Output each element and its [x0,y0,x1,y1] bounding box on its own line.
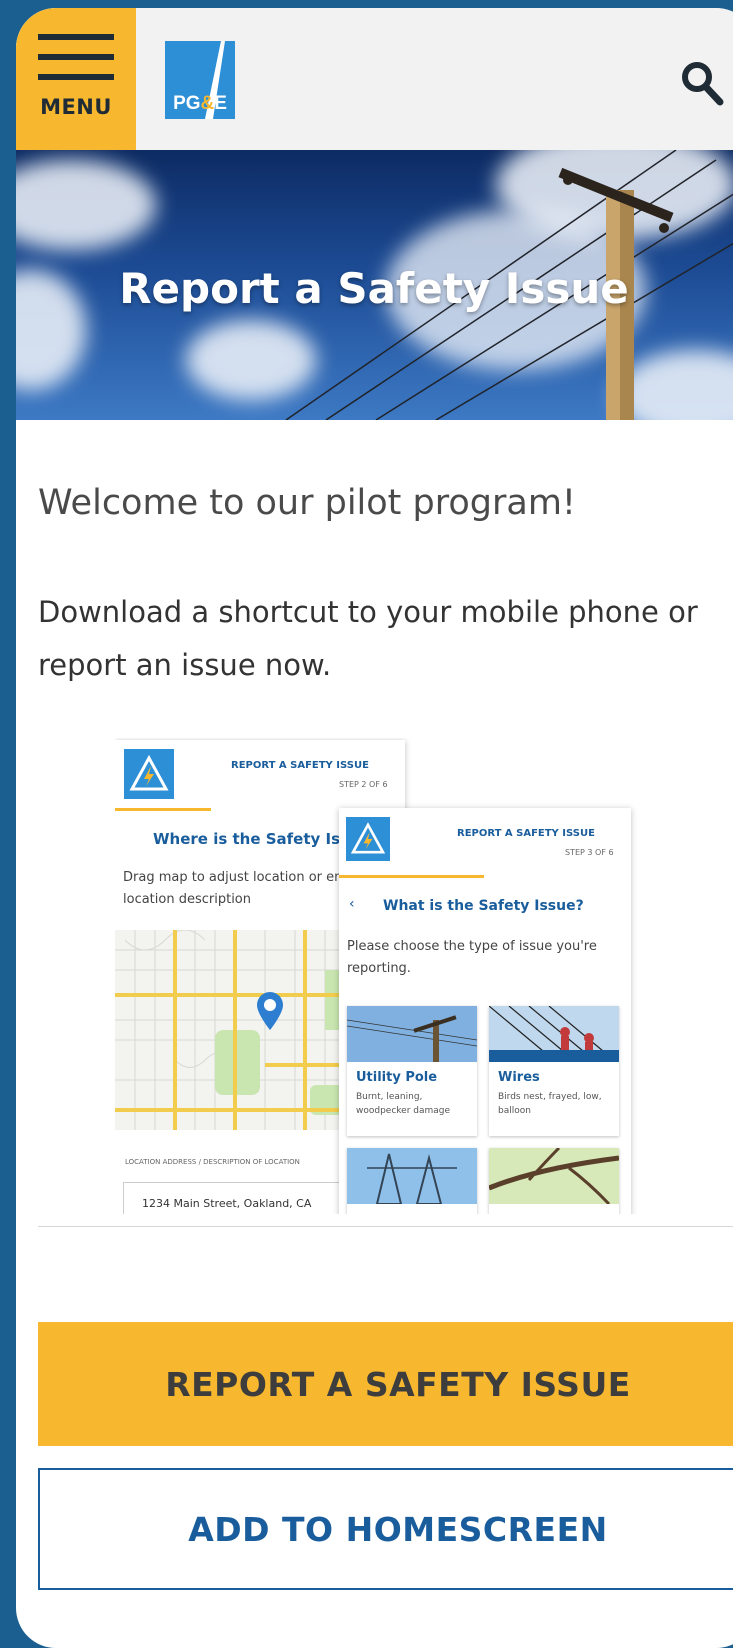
issue-tile-description: Burnt, leaning, woodpecker damage [356,1092,451,1116]
report-safety-issue-button[interactable]: REPORT A SAFETY ISSUE [38,1322,733,1446]
preview-step-label: STEP 3 OF 6 [565,848,614,857]
site-header: MENU PG&E [16,8,733,151]
preview-question: What is the Safety Issue? [383,898,584,914]
intro-text: Download a shortcut to your mobile phone… [38,595,698,682]
equipment-image [347,1148,477,1204]
menu-bar-icon [38,74,114,80]
map-pin-icon[interactable] [255,990,285,1036]
preview-instructions: Please choose the type of issue you're r… [347,939,597,976]
issue-tile-utility-pole[interactable]: Utility Pole Burnt, leaning, woodpecker … [347,1006,477,1136]
wires-image [489,1006,619,1062]
progress-bar [339,875,484,878]
issue-tile-trees[interactable] [489,1148,619,1214]
phone-screen: MENU PG&E Report a Safety Issue Welcome … [16,8,733,1648]
chevron-left-icon[interactable]: ‹ [349,896,355,912]
preview-app-title: REPORT A SAFETY ISSUE [457,828,595,839]
hero-title: Report a Safety Issue [119,264,629,313]
menu-bar-icon [38,54,114,60]
issue-tile-description: Birds nest, frayed, low, balloon [498,1092,602,1116]
safety-logo-icon [124,749,174,799]
app-preview-illustration: REPORT A SAFETY ISSUE STEP 2 OF 6 Where … [115,738,645,1214]
safety-logo-icon [346,817,390,861]
preview-step-label: STEP 2 OF 6 [339,780,388,789]
search-icon[interactable] [680,60,724,106]
menu-label: MENU [40,95,112,119]
hero-banner: Report a Safety Issue [16,150,733,420]
issue-tile-equipment[interactable] [347,1148,477,1214]
issue-tile-name: Wires [498,1070,540,1085]
menu-button[interactable]: MENU [16,8,136,150]
location-value: 1234 Main Street, Oakland, CA [142,1197,312,1210]
pge-logo[interactable]: PG&E [165,41,235,119]
issue-tile-name: Utility Pole [356,1070,438,1085]
section-divider [38,1226,733,1227]
add-to-homescreen-button[interactable]: ADD TO HOMESCREEN [38,1468,733,1590]
progress-bar [115,808,211,811]
tree-image [489,1148,619,1204]
welcome-heading: Welcome to our pilot program! [38,483,576,523]
preview-card-issue-type: REPORT A SAFETY ISSUE STEP 3 OF 6 ‹ What… [339,808,631,1214]
menu-bar-icon [38,34,114,40]
preview-app-title: REPORT A SAFETY ISSUE [231,760,369,771]
logo-wordmark: PG&E [173,93,227,114]
issue-tile-wires[interactable]: Wires Birds nest, frayed, low, balloon [489,1006,619,1136]
location-field-label: LOCATION ADDRESS / DESCRIPTION OF LOCATI… [125,1158,300,1166]
utility-pole-image [347,1006,477,1062]
